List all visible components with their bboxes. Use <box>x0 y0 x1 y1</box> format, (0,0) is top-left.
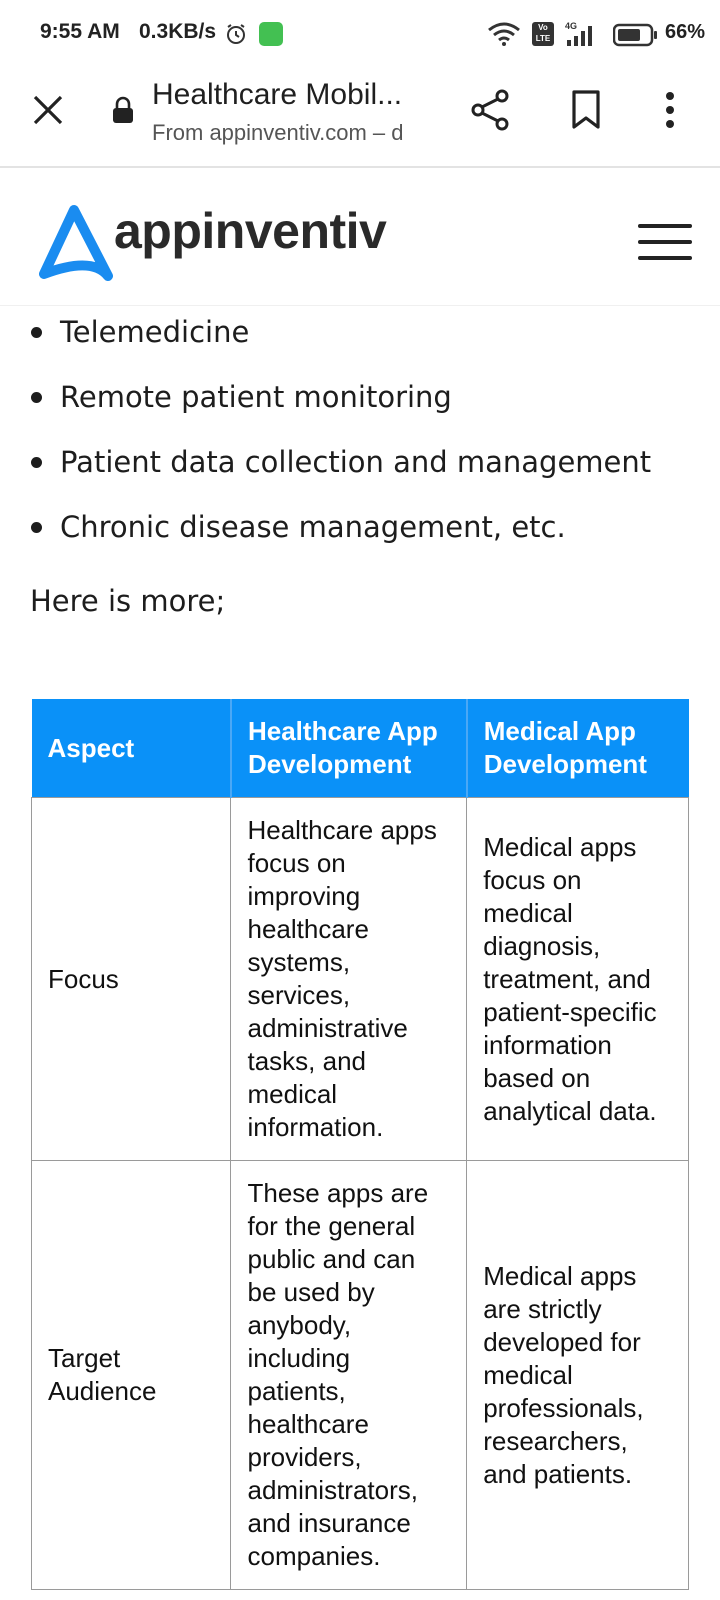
alarm-icon <box>224 22 248 50</box>
browser-toolbar: Healthcare Mobil... From appinventiv.com… <box>0 70 720 168</box>
header-aspect: Aspect <box>31 699 232 798</box>
list-item: Remote patient monitoring <box>30 371 690 436</box>
hamburger-menu-icon[interactable] <box>638 224 692 272</box>
list-item: Chronic disease management, etc. <box>30 501 690 566</box>
site-logo-text[interactable]: appinventiv <box>114 202 387 260</box>
row-aspect-cell: Target Audience <box>30 1160 232 1590</box>
table-row: Focus Healthcare apps focus on improving… <box>30 797 689 1161</box>
feature-list: Telemedicine Remote patient monitoring P… <box>30 306 690 566</box>
table-header-row: Aspect Healthcare App Development Medica… <box>31 699 689 798</box>
page-url[interactable]: From appinventiv.com – d <box>152 120 430 146</box>
healthcare-cell: These apps are for the general public an… <box>230 1160 468 1590</box>
network-speed: 0.3KB/s <box>139 20 217 43</box>
bookmark-icon[interactable] <box>571 90 601 134</box>
status-bar: 9:55 AM 0.3KB/s Vo LTE 4G 66% <box>0 0 720 70</box>
site-header: appinventiv <box>0 168 720 306</box>
header-healthcare: Healthcare App Development <box>230 699 468 798</box>
comparison-table: Aspect Healthcare App Development Medica… <box>30 699 689 1590</box>
medical-cell: Medical apps are strictly developed for … <box>466 1160 689 1590</box>
svg-text:4G: 4G <box>565 21 577 31</box>
more-options-icon[interactable] <box>664 90 676 134</box>
lock-icon[interactable] <box>112 96 134 128</box>
list-item: Telemedicine <box>30 306 690 371</box>
battery-icon <box>612 23 659 51</box>
article-content: Telemedicine Remote patient monitoring P… <box>30 306 690 618</box>
app-notification-icon <box>259 22 283 46</box>
wifi-icon <box>487 22 521 50</box>
share-icon[interactable] <box>470 88 510 136</box>
status-time: 9:55 AM <box>40 20 120 43</box>
close-icon[interactable] <box>30 92 66 128</box>
page-title[interactable]: Healthcare Mobil... <box>152 78 422 112</box>
header-medical: Medical App Development <box>466 699 689 798</box>
medical-cell: Medical apps focus on medical diagnosis,… <box>466 797 689 1161</box>
volte-icon: Vo LTE <box>532 22 554 46</box>
intro-text: Here is more; <box>30 584 226 618</box>
signal-icon: 4G <box>563 20 597 52</box>
appinventiv-logo-icon[interactable] <box>34 204 114 288</box>
table-row: Target Audience These apps are for the g… <box>30 1160 689 1590</box>
list-item: Patient data collection and management <box>30 436 690 501</box>
row-aspect-cell: Focus <box>30 797 232 1161</box>
healthcare-cell: Healthcare apps focus on improving healt… <box>230 797 468 1161</box>
battery-percent: 66% <box>665 21 706 43</box>
